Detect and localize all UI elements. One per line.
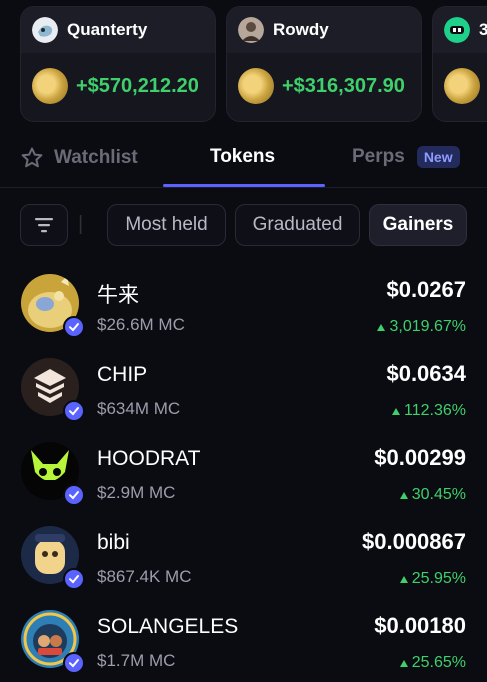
trader-avatar	[32, 17, 58, 43]
tab-label: Perps	[352, 146, 405, 167]
trader-name: Rowdy	[273, 20, 329, 39]
token-change: 25.65%	[399, 654, 466, 672]
up-arrow-icon	[399, 659, 408, 667]
star-icon	[21, 147, 43, 168]
trader-avatar	[444, 17, 470, 43]
pill-label: Gainers	[382, 214, 454, 235]
token-change-value: 30.45%	[411, 486, 466, 503]
verified-badge-icon	[63, 652, 85, 674]
tab-watchlist[interactable]: Watchlist	[20, 146, 138, 170]
up-arrow-icon	[399, 491, 408, 499]
trader-card-body: +$316,307.90	[227, 53, 421, 119]
trader-card-body	[433, 53, 487, 119]
filter-bar: | Most held Graduated Gainers	[20, 204, 487, 246]
tab-bar: Watchlist Tokens Perps New	[0, 140, 487, 187]
trader-card-header: Rowdy	[227, 7, 421, 53]
token-avatar	[238, 68, 274, 104]
filter-gainers[interactable]: Gainers	[369, 204, 467, 246]
token-change: 25.95%	[399, 570, 466, 588]
trader-name: 3	[479, 20, 487, 40]
tab-perps[interactable]: Perps New	[352, 146, 460, 168]
new-badge: New	[416, 146, 460, 168]
token-market-cap: $26.6M MC	[97, 315, 185, 334]
verified-badge-icon	[63, 316, 85, 338]
token-market-cap: $2.9M MC	[97, 483, 176, 502]
token-name: 牛来	[97, 284, 139, 307]
token-change: 112.36%	[392, 402, 466, 420]
token-name: HOODRAT	[97, 447, 201, 470]
filter-graduated[interactable]: Graduated	[235, 204, 360, 246]
verified-badge-icon	[63, 484, 85, 506]
token-price: $0.0634	[386, 361, 466, 386]
divider	[0, 187, 487, 188]
token-market-cap: $867.4K MC	[97, 567, 192, 586]
token-name: CHIP	[97, 363, 148, 386]
trader-card-body: +$570,212.20	[21, 53, 215, 119]
pill-label: Most held	[125, 214, 208, 235]
token-change: 3,019.67%	[377, 318, 466, 336]
token-market-cap: $1.7M MC	[97, 651, 176, 670]
token-price: $0.00299	[374, 445, 466, 470]
token-name: bibi	[97, 531, 130, 554]
token-row[interactable]: bibi $867.4K MC $0.000867 25.95%	[0, 514, 487, 598]
token-price: $0.00180	[374, 613, 466, 638]
trader-avatar	[238, 17, 264, 43]
up-arrow-icon	[399, 575, 408, 583]
token-row[interactable]: 牛来 $26.6M MC $0.0267 3,019.67%	[0, 262, 487, 346]
filter-most-held[interactable]: Most held	[107, 204, 226, 246]
trader-card-header: Quanterty	[21, 7, 215, 53]
up-arrow-icon	[392, 407, 401, 415]
token-name: SOLANGELES	[97, 615, 239, 638]
token-row[interactable]: HOODRAT $2.9M MC $0.00299 30.45%	[0, 430, 487, 514]
token-price: $0.0267	[386, 277, 466, 302]
trader-pnl: +$316,307.90	[282, 74, 405, 97]
scroll-fade: |	[78, 212, 84, 235]
filter-icon	[35, 218, 53, 233]
up-arrow-icon	[377, 323, 386, 331]
pill-label: Graduated	[252, 214, 343, 235]
token-change-value: 25.65%	[411, 654, 466, 671]
token-avatar	[32, 68, 68, 104]
filter-button[interactable]	[20, 204, 68, 246]
trader-card-header: 3	[433, 7, 487, 53]
trader-card[interactable]: Quanterty +$570,212.20	[20, 6, 216, 122]
trader-name: Quanterty	[67, 20, 148, 39]
tab-label: Watchlist	[54, 147, 138, 168]
tab-label: Tokens	[210, 146, 276, 167]
token-change-value: 3,019.67%	[389, 318, 466, 335]
token-change-value: 112.36%	[404, 402, 466, 419]
trader-pnl: +$570,212.20	[76, 74, 199, 97]
tab-tokens[interactable]: Tokens	[210, 146, 275, 168]
verified-badge-icon	[63, 568, 85, 590]
token-avatar	[444, 68, 480, 104]
token-market-cap: $634M MC	[97, 399, 181, 418]
verified-badge-icon	[63, 400, 85, 422]
token-change: 30.45%	[399, 486, 466, 504]
trader-card[interactable]: Rowdy +$316,307.90	[226, 6, 422, 122]
trader-card[interactable]: 3	[432, 6, 487, 122]
top-traders-strip: Quanterty +$570,212.20 Rowdy +$316,307.9…	[20, 6, 487, 122]
token-price: $0.000867	[362, 529, 466, 554]
token-row[interactable]: SOLANGELES $1.7M MC $0.00180 25.65%	[0, 598, 487, 682]
token-change-value: 25.95%	[411, 570, 466, 587]
token-row[interactable]: CHIP $634M MC $0.0634 112.36%	[0, 346, 487, 430]
